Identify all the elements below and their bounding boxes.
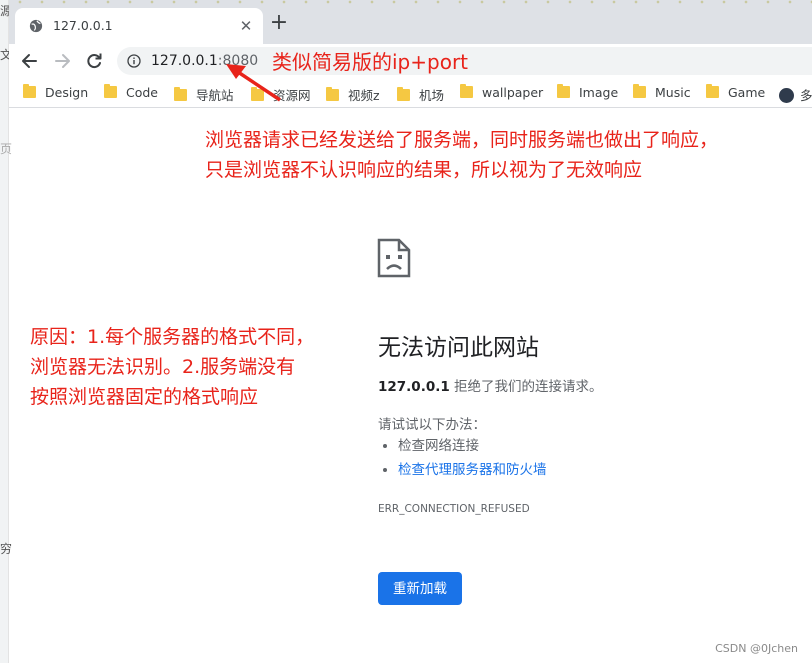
bookmark-game[interactable]: Game	[706, 84, 766, 101]
bookmark-more[interactable]: 多	[779, 85, 812, 103]
url-host: 127.0.0.1	[151, 53, 218, 69]
suggestion-check-proxy: 检查代理服务器和防火墙	[398, 462, 547, 486]
bookmarks-bar: Design Code 导航站 资源网 视频z 机场 wallpaper Ima…	[9, 78, 812, 108]
forward-arrow-icon[interactable]	[51, 50, 73, 72]
folder-icon	[557, 84, 570, 98]
bookmark-video[interactable]: 视频z	[326, 85, 380, 103]
annotation-reason: 原因：1.每个服务器的格式不同， 浏览器无法识别。2.服务端没有 按照浏览器固定…	[30, 322, 350, 412]
bookmark-wallpaper[interactable]: wallpaper	[460, 84, 544, 101]
error-description: 127.0.0.1 拒绝了我们的连接请求。	[378, 375, 603, 395]
bookmark-label: 资源网	[273, 88, 311, 103]
tab-title: 127.0.0.1	[53, 18, 113, 33]
error-code: ERR_CONNECTION_REFUSED	[378, 503, 530, 515]
error-host: 127.0.0.1	[378, 379, 450, 395]
background-glyph: 页	[0, 142, 13, 156]
reload-icon[interactable]	[83, 50, 105, 72]
annotation-line: 按照浏览器固定的格式响应	[30, 386, 259, 408]
folder-icon	[397, 87, 410, 101]
bookmark-resources[interactable]: 资源网	[251, 85, 311, 103]
annotation-line: 只是浏览器不认识响应的结果，所以视为了无效响应	[205, 159, 643, 181]
folder-icon	[104, 84, 117, 98]
globe-icon	[29, 19, 43, 33]
sad-page-icon	[377, 238, 411, 278]
annotation-line: 浏览器无法识别。2.服务端没有	[30, 356, 296, 378]
annotation-response-note: 浏览器请求已经发送给了服务端，同时服务端也做出了响应， 只是浏览器不认识响应的结…	[205, 125, 805, 185]
tab-active[interactable]: 127.0.0.1 ✕	[15, 8, 263, 44]
annotation-line: 浏览器请求已经发送给了服务端，同时服务端也做出了响应，	[205, 129, 719, 151]
annotation-line: 原因：1.每个服务器的格式不同，	[30, 326, 315, 348]
close-icon[interactable]: ✕	[237, 17, 255, 35]
bookmark-label: Image	[579, 85, 619, 100]
suggestion-list: 检查网络连接 检查代理服务器和防火墙	[398, 438, 547, 486]
bookmark-airport[interactable]: 机场	[397, 85, 445, 103]
url-text[interactable]: 127.0.0.1:8080	[151, 53, 258, 69]
watermark: CSDN @0Jchen	[715, 642, 798, 655]
folder-icon	[633, 84, 646, 98]
avatar-icon	[779, 88, 794, 103]
folder-icon	[251, 87, 264, 101]
bookmark-music[interactable]: Music	[633, 84, 691, 101]
bookmark-label: Code	[126, 85, 159, 100]
tab-bar-pattern	[9, 0, 812, 4]
bookmark-label: 机场	[419, 88, 445, 103]
bookmark-label: Design	[45, 85, 89, 100]
tab-bar: 127.0.0.1 ✕ +	[9, 0, 812, 44]
error-title: 无法访问此网站	[378, 335, 539, 361]
reload-button[interactable]: 重新加载	[378, 572, 462, 605]
try-heading: 请试试以下办法：	[378, 417, 486, 433]
folder-icon	[23, 84, 36, 98]
bookmark-label: 多	[800, 88, 812, 103]
bookmark-label: wallpaper	[482, 85, 544, 100]
info-icon[interactable]	[127, 54, 141, 68]
suggestion-check-network: 检查网络连接	[398, 438, 547, 462]
check-proxy-link[interactable]: 检查代理服务器和防火墙	[398, 462, 547, 478]
bookmark-label: 视频z	[348, 88, 380, 103]
error-desc-text: 拒绝了我们的连接请求。	[449, 379, 603, 395]
folder-icon	[706, 84, 719, 98]
folder-icon	[326, 87, 339, 101]
bookmark-design[interactable]: Design	[23, 84, 89, 101]
annotation-ip-port: 类似简易版的ip+port	[272, 50, 469, 74]
bookmark-label: Music	[655, 85, 691, 100]
background-window-strip: 源 文 页 穷	[0, 0, 13, 663]
bookmark-image[interactable]: Image	[557, 84, 619, 101]
bookmark-label: 导航站	[196, 88, 234, 103]
new-tab-button[interactable]: +	[269, 12, 289, 34]
background-glyph: 穷	[0, 542, 13, 556]
back-arrow-icon[interactable]	[19, 50, 41, 72]
folder-icon	[174, 87, 187, 101]
bookmark-label: Game	[728, 85, 766, 100]
folder-icon	[460, 84, 473, 98]
url-port: :8080	[217, 53, 259, 69]
bookmark-code[interactable]: Code	[104, 84, 159, 101]
bookmark-nav-site[interactable]: 导航站	[174, 85, 234, 103]
